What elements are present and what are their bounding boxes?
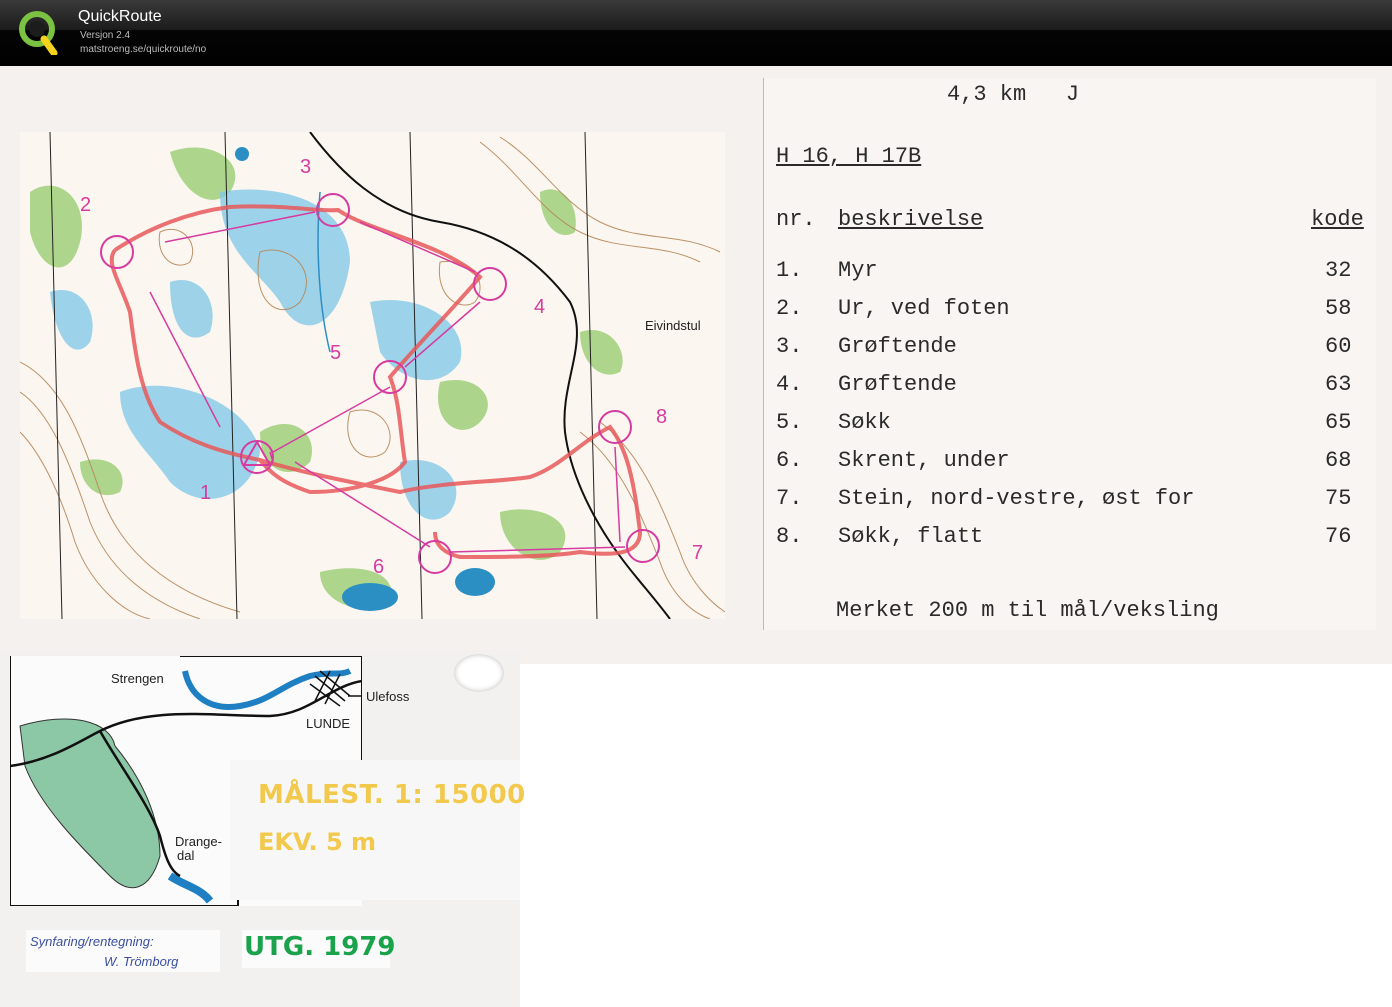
app-header: QuickRoute Versjon 2.4 matstroeng.se/qui… — [0, 0, 1392, 66]
control-number-7: 7 — [692, 542, 704, 564]
credit-name: W. Trömborg — [104, 954, 179, 969]
row-3-nr: 3. — [776, 334, 803, 359]
orienteering-map[interactable] — [20, 132, 725, 619]
inset-label-ulefoss: Ulefoss — [366, 689, 410, 704]
row-4-desc: Grøftende — [838, 372, 957, 397]
header-code: kode — [1311, 207, 1364, 232]
row-5-code: 65 — [1325, 410, 1352, 435]
row-6-code: 68 — [1325, 448, 1352, 473]
row-7-desc: Stein, nord-vestre, øst for — [838, 486, 1195, 511]
course-classes: H 16, H 17B — [776, 144, 922, 169]
edition-year: UTG. 1979 — [244, 932, 396, 962]
punch-hole — [454, 654, 504, 692]
inset-label-lunde: LUNDE — [306, 716, 351, 731]
row-5-desc: Søkk — [838, 410, 891, 435]
map-scale: MÅLEST. 1: 15000 — [258, 780, 526, 810]
control-number-3: 3 — [300, 156, 312, 178]
contour-interval: EKV. 5 m — [258, 828, 377, 856]
row-2-code: 58 — [1325, 296, 1352, 321]
row-3-code: 60 — [1325, 334, 1352, 359]
row-8-nr: 8. — [776, 524, 803, 549]
header-nr: nr. — [776, 207, 816, 232]
row-7-nr: 7. — [776, 486, 803, 511]
quickroute-logo-icon — [19, 11, 58, 55]
row-7-code: 75 — [1325, 486, 1352, 511]
control-number-5: 5 — [330, 342, 342, 364]
row-6-nr: 6. — [776, 448, 803, 473]
row-1-desc: Myr — [838, 258, 878, 283]
control-number-8: 8 — [656, 406, 668, 428]
control-number-1: 1 — [200, 482, 212, 504]
inset-label-drangedal-1: Drange- — [175, 834, 222, 849]
course-distance: 4,3 km J — [947, 82, 1080, 107]
app-title: QuickRoute — [78, 8, 162, 25]
control-number-4: 4 — [534, 296, 546, 318]
credit-role: Synfaring/rentegning: — [30, 934, 154, 949]
row-8-code: 76 — [1325, 524, 1352, 549]
inset-label-drangedal-2: dal — [177, 848, 195, 863]
control-number-2: 2 — [80, 194, 92, 216]
row-1-nr: 1. — [776, 258, 803, 283]
row-8-desc: Søkk, flatt — [838, 524, 984, 549]
control-number-6: 6 — [373, 556, 385, 578]
header-description: beskrivelse — [838, 207, 984, 232]
inset-label-strengen: Strengen — [111, 671, 164, 686]
app-url[interactable]: matstroeng.se/quickroute/no — [80, 44, 206, 55]
row-1-code: 32 — [1325, 258, 1352, 283]
row-4-nr: 4. — [776, 372, 803, 397]
row-6-desc: Skrent, under — [838, 448, 1010, 473]
row-5-nr: 5. — [776, 410, 803, 435]
map-label-eivindstul: Eivindstul — [645, 318, 701, 333]
marked-route-note: Merket 200 m til mål/veksling — [836, 598, 1219, 623]
app-version: Versjon 2.4 — [80, 30, 131, 41]
row-3-desc: Grøftende — [838, 334, 957, 359]
row-2-nr: 2. — [776, 296, 803, 321]
row-4-code: 63 — [1325, 372, 1352, 397]
row-2-desc: Ur, ved foten — [838, 296, 1010, 321]
